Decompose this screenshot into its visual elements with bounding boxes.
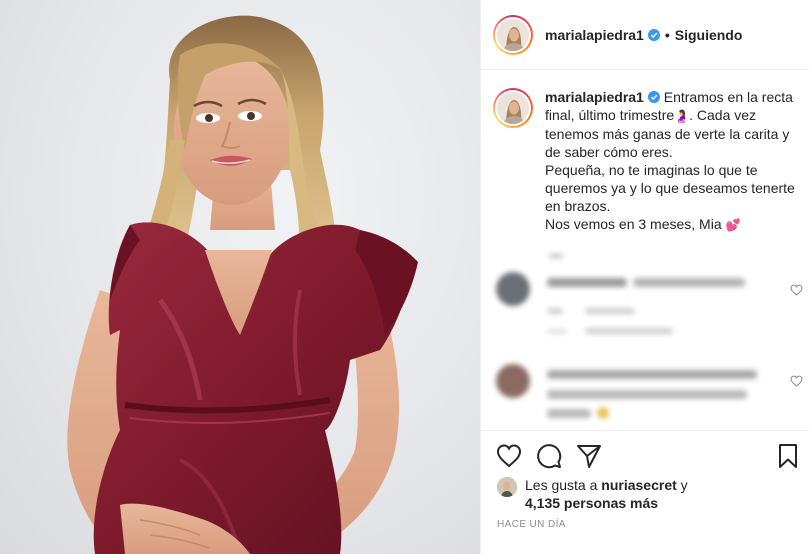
comment-avatar <box>496 364 530 398</box>
post-timestamp[interactable]: HACE UN DÍA <box>497 519 566 530</box>
username-link[interactable]: marialapiedra1 <box>545 27 644 43</box>
comment-text <box>633 278 745 287</box>
heart-icon[interactable] <box>496 443 522 469</box>
liker-avatar[interactable] <box>497 477 517 497</box>
post-actions-bar <box>481 430 809 478</box>
bookmark-icon[interactable] <box>775 443 801 469</box>
post-header: marialapiedra1 • Siguiendo <box>481 0 809 70</box>
comment-text <box>547 409 591 418</box>
caption-username-link[interactable]: marialapiedra1 <box>545 89 644 105</box>
following-button[interactable]: Siguiendo <box>675 27 743 43</box>
avatar[interactable] <box>493 14 533 55</box>
comments-list <box>481 250 809 430</box>
post-photo[interactable] <box>0 0 480 554</box>
likes-summary: Les gusta a nuriasecret y 4,135 personas… <box>497 476 797 512</box>
comment-icon[interactable] <box>536 443 562 469</box>
comment-reply <box>585 308 635 314</box>
comment-like-icon[interactable] <box>790 284 803 296</box>
separator-dot: • <box>664 26 670 43</box>
verified-icon <box>647 28 660 41</box>
verified-icon <box>647 91 660 103</box>
comment-text <box>547 390 747 399</box>
likes-text: Les gusta a nuriasecret y 4,135 personas… <box>525 476 688 512</box>
caption-avatar-image <box>497 92 529 124</box>
caption-row: marialapiedra1 Entramos en la recta fina… <box>493 88 803 234</box>
comment-meta <box>547 308 563 314</box>
post-details-panel: marialapiedra1 • Siguiendo marialapiedra… <box>480 0 809 554</box>
woman-photo-illustration <box>67 15 418 554</box>
comment-fragment <box>549 254 563 258</box>
likes-conj: y <box>680 477 688 493</box>
comment-replies-line <box>547 330 567 333</box>
share-icon[interactable] <box>576 443 602 469</box>
caption-line-3: Nos vemos en 3 meses, Mia <box>545 216 722 232</box>
hearts-emoji: 💕 <box>725 218 741 232</box>
comment-avatar <box>496 272 530 306</box>
comment-username <box>547 278 627 287</box>
caption-line-2: Pequeña, no te imaginas lo que te querem… <box>545 162 795 214</box>
pregnant-emoji: 🤰 <box>674 109 690 123</box>
caption-text: marialapiedra1 Entramos en la recta fina… <box>545 88 803 234</box>
likes-count-link[interactable]: 4,135 personas más <box>525 495 658 511</box>
comment-like-icon[interactable] <box>790 375 803 387</box>
comment-text <box>547 370 757 379</box>
caption-avatar[interactable] <box>493 88 533 128</box>
likes-prefix: Les gusta a <box>525 477 598 493</box>
comment-emoji <box>597 407 609 419</box>
avatar-image <box>497 18 529 51</box>
comment-view-replies <box>585 328 673 334</box>
liker-username-link[interactable]: nuriasecret <box>601 477 676 493</box>
